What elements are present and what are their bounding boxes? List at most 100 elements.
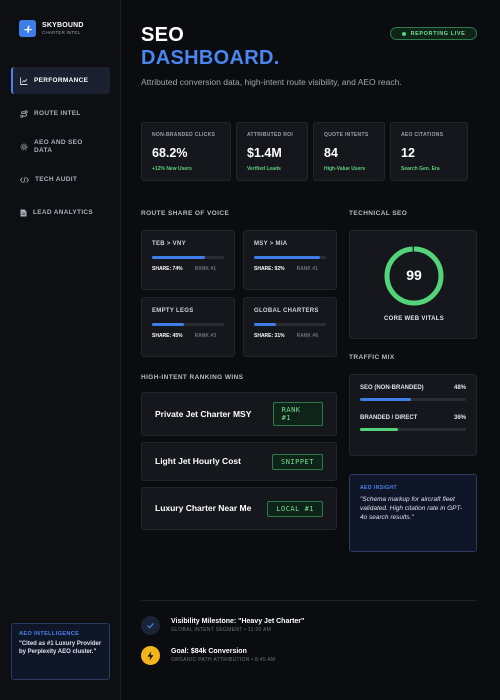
core-web-vitals-score: 99	[406, 267, 422, 283]
sidebar-item-lead-analytics[interactable]: LEAD ANALYTICS	[11, 199, 110, 226]
route-share: SHARE: 92%	[254, 266, 285, 272]
page-title-accent: DASHBOARD.	[141, 47, 280, 69]
core-web-vitals-card[interactable]: 99 CORE WEB VITALS	[349, 230, 477, 339]
kpi-note: High-Value Users	[324, 166, 366, 172]
page-subtitle: Attributed conversion data, high-intent …	[141, 77, 402, 87]
activity-title: Visibility Milestone: "Heavy Jet Charter…	[171, 618, 305, 625]
sidebar-item-aeo-seo-data[interactable]: AEO AND SEO DATA	[11, 133, 110, 160]
kpi-value: $1.4M	[247, 146, 282, 160]
sidebar-item-label: LEAD ANALYTICS	[33, 208, 94, 216]
activity-subtitle: ORGANIC PATH ATTRIBUTION • 8:45 AM	[171, 657, 276, 663]
aeo-insight-title: AEO INSIGHT	[360, 485, 397, 491]
chart-line-icon	[20, 77, 28, 85]
aeo-insight-text: "Schema markup for aircraft fleet valida…	[360, 496, 463, 521]
traffic-fill	[360, 428, 399, 431]
kpi-card[interactable]: NON-BRANDED CLICKS 68.2% +12% New Users	[141, 122, 231, 181]
kpi-row: NON-BRANDED CLICKS 68.2% +12% New Users …	[141, 122, 468, 181]
route-icon	[20, 109, 28, 118]
brand[interactable]: SKYBOUND CHARTER INTEL	[19, 20, 84, 37]
ranking-win-keyword: Light Jet Hourly Cost	[155, 456, 241, 467]
traffic-bar	[360, 398, 466, 401]
kpi-note: +12% New Users	[152, 166, 192, 172]
ranking-win-row[interactable]: Light Jet Hourly Cost SNIPPET	[141, 442, 337, 481]
activity-item[interactable]: Visibility Milestone: "Heavy Jet Charter…	[141, 616, 304, 635]
ranking-win-badge: RANK #1	[272, 402, 323, 426]
sidebar-item-tech-audit[interactable]: TECH AUDIT	[11, 166, 110, 193]
route-rank: RANK #1	[296, 266, 318, 272]
kpi-value: 12	[401, 146, 415, 160]
kpi-card[interactable]: QUOTE INTENTS 84 High-Value Users	[313, 122, 385, 181]
route-share-bar	[152, 256, 224, 259]
traffic-mix-heading: TRAFFIC MIX	[349, 354, 395, 361]
divider	[141, 600, 477, 601]
ranking-win-keyword: Private Jet Charter MSY	[155, 408, 252, 419]
sidebar-item-label: ROUTE INTEL	[34, 109, 81, 117]
route-name: MSY > MIA	[254, 241, 288, 247]
activity-item[interactable]: Goal: $84k Conversion ORGANIC PATH ATTRI…	[141, 646, 275, 665]
route-share-bar	[254, 256, 326, 259]
technical-seo-heading: TECHNICAL SEO	[349, 210, 408, 217]
live-badge-label: REPORTING LIVE	[410, 30, 466, 37]
traffic-value: 36%	[453, 415, 466, 421]
check-icon	[141, 616, 160, 635]
aeo-intelligence-panel: AEO INTELLIGENCE "Cited as #1 Luxury Pro…	[11, 623, 110, 680]
activity-subtitle: GLOBAL INTENT SEGMENT • 11:20 AM	[171, 627, 272, 633]
route-share: SHARE: 31%	[254, 333, 285, 339]
sidebar-item-performance[interactable]: PERFORMANCE	[11, 67, 110, 94]
ranking-win-row[interactable]: Luxury Charter Near Me LOCAL #1	[141, 487, 337, 530]
plane-icon	[19, 20, 36, 37]
code-icon	[20, 176, 29, 183]
sidebar-item-label: AEO AND SEO DATA	[34, 139, 83, 154]
activity-title: Goal: $84k Conversion	[171, 648, 247, 655]
ranking-win-badge: SNIPPET	[271, 453, 323, 470]
reporting-live-badge[interactable]: REPORTING LIVE	[390, 27, 477, 40]
route-share-fill	[254, 323, 277, 326]
aeo-intelligence-text: "Cited as #1 Luxury Provider by Perplexi…	[19, 641, 102, 655]
kpi-label: AEO CITATIONS	[401, 132, 444, 138]
kpi-label: QUOTE INTENTS	[324, 132, 369, 138]
traffic-bar	[360, 428, 466, 431]
route-name: TEB > VNY	[152, 241, 186, 247]
route-card[interactable]: EMPTY LEGS SHARE: 45% RANK #3	[141, 297, 235, 357]
route-share-fill	[152, 323, 185, 326]
traffic-mix-card[interactable]: SEO (NON-BRANDED) 48% BRANDED / DIRECT 36%	[349, 374, 477, 456]
route-card[interactable]: TEB > VNY SHARE: 74% RANK #1	[141, 230, 235, 290]
ranking-win-row[interactable]: Private Jet Charter MSY RANK #1	[141, 392, 337, 436]
live-dot-icon	[401, 31, 406, 36]
route-share-bar	[254, 323, 326, 326]
kpi-label: NON-BRANDED CLICKS	[152, 132, 216, 138]
aeo-intelligence-title: AEO INTELLIGENCE	[19, 631, 80, 637]
route-rank: RANK #1	[194, 266, 216, 272]
lightning-icon	[141, 646, 160, 665]
kpi-card[interactable]: AEO CITATIONS 12 Search Gen. Era	[390, 122, 468, 181]
kpi-value: 68.2%	[152, 146, 188, 160]
route-card[interactable]: GLOBAL CHARTERS SHARE: 31% RANK #6	[243, 297, 337, 357]
brand-subtitle: CHARTER INTEL	[42, 29, 81, 35]
route-share-heading: ROUTE SHARE OF VOICE	[141, 210, 230, 217]
route-share-fill	[254, 256, 321, 259]
route-rank: RANK #6	[296, 333, 318, 339]
sidebar-nav: PERFORMANCE ROUTE INTEL AEO AND SEO DATA…	[11, 67, 110, 232]
page-title: SEO	[141, 24, 185, 46]
kpi-value: 84	[324, 146, 338, 160]
traffic-value: 48%	[453, 385, 466, 391]
route-share-bar	[152, 323, 224, 326]
route-name: GLOBAL CHARTERS	[254, 308, 319, 314]
core-web-vitals-label: CORE WEB VITALS	[383, 316, 445, 322]
aeo-insight-panel: AEO INSIGHT "Schema markup for aircraft …	[349, 474, 477, 552]
kpi-card[interactable]: ATTRIBUTED ROI $1.4M Verified Leads	[236, 122, 308, 181]
sidebar-item-label: PERFORMANCE	[34, 76, 89, 84]
sidebar-item-route-intel[interactable]: ROUTE INTEL	[11, 100, 110, 127]
route-share-fill	[152, 256, 206, 259]
main-content: SEO DASHBOARD. Attributed conversion dat…	[122, 0, 500, 700]
traffic-fill	[360, 398, 411, 401]
kpi-label: ATTRIBUTED ROI	[247, 132, 294, 138]
core-web-vitals-gauge	[384, 246, 444, 306]
route-share: SHARE: 74%	[152, 266, 183, 272]
kpi-note: Search Gen. Era	[401, 166, 440, 172]
ranking-win-keyword: Luxury Charter Near Me	[155, 503, 252, 514]
route-card[interactable]: MSY > MIA SHARE: 92% RANK #1	[243, 230, 337, 290]
sidebar: SKYBOUND CHARTER INTEL PERFORMANCE ROUTE…	[0, 0, 121, 700]
route-share: SHARE: 45%	[152, 333, 183, 339]
traffic-label: BRANDED / DIRECT	[360, 415, 418, 421]
